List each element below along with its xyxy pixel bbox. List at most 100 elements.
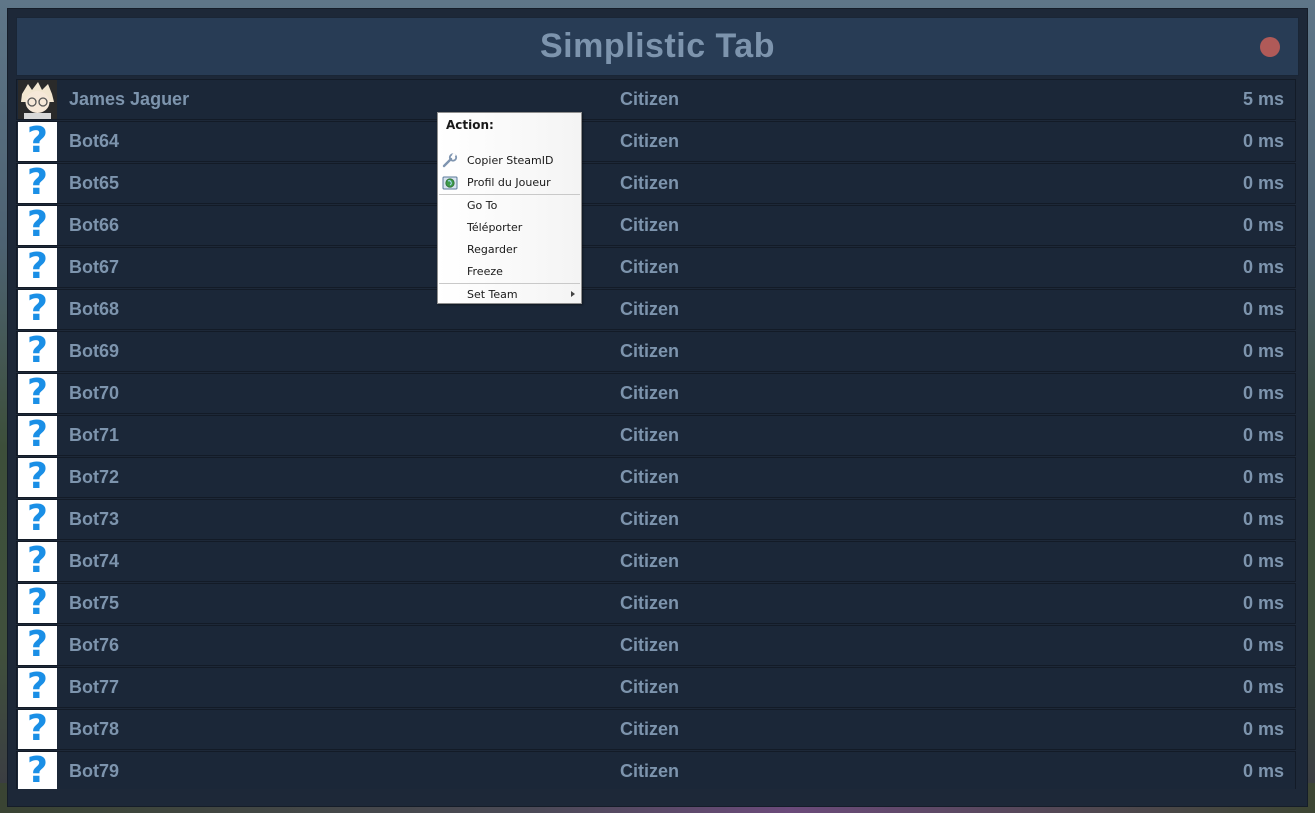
player-ping: 0 ms: [1242, 425, 1284, 445]
player-name: Bot72: [69, 467, 120, 487]
menu-item-freeze[interactable]: Freeze: [439, 261, 580, 282]
player-team: Citizen: [620, 425, 680, 445]
player-row[interactable]: ? Bot75 Citizen 0 ms: [16, 583, 1296, 624]
player-team: Citizen: [620, 173, 680, 193]
player-name: Bot74: [69, 551, 120, 571]
player-row[interactable]: ? Bot69 Citizen 0 ms: [16, 331, 1296, 372]
player-name: Bot64: [69, 131, 120, 151]
menu-item-teleport[interactable]: Téléporter: [439, 217, 580, 238]
question-icon: ?: [27, 500, 48, 539]
player-ping: 0 ms: [1242, 341, 1284, 361]
avatar-question-icon[interactable]: ?: [18, 206, 57, 245]
question-icon: ?: [27, 626, 48, 665]
menu-item-label: Profil du Joueur: [467, 176, 551, 189]
player-team: Citizen: [620, 131, 680, 151]
player-name: Bot65: [69, 173, 120, 193]
question-icon: ?: [27, 542, 48, 581]
context-menu-header: Action:: [446, 118, 494, 132]
player-ping: 0 ms: [1242, 383, 1284, 403]
player-ping: 0 ms: [1242, 299, 1284, 319]
menu-item-player-profile[interactable]: Profil du Joueur: [439, 172, 580, 193]
player-name: Bot73: [69, 509, 120, 529]
player-ping: 0 ms: [1242, 509, 1284, 529]
menu-item-go-to[interactable]: Go To: [439, 195, 580, 216]
avatar-question-icon[interactable]: ?: [18, 584, 57, 623]
player-row[interactable]: ? Bot67 Citizen 0 ms: [16, 247, 1296, 288]
avatar-question-icon[interactable]: ?: [18, 500, 57, 539]
avatar-question-icon[interactable]: ?: [18, 542, 57, 581]
avatar-question-icon[interactable]: ?: [18, 710, 57, 749]
player-row[interactable]: ? Bot74 Citizen 0 ms: [16, 541, 1296, 582]
player-row[interactable]: ? Bot64 Citizen 0 ms: [16, 121, 1296, 162]
avatar-question-icon[interactable]: ?: [18, 626, 57, 665]
question-icon: ?: [27, 374, 48, 413]
question-icon: ?: [27, 248, 48, 287]
player-ping: 0 ms: [1242, 719, 1284, 739]
avatar-question-icon[interactable]: ?: [18, 668, 57, 707]
avatar-question-icon[interactable]: ?: [18, 374, 57, 413]
question-icon: ?: [27, 710, 48, 749]
player-team: Citizen: [620, 509, 680, 529]
player-ping: 0 ms: [1242, 761, 1284, 781]
context-menu: Action: Copier SteamID Profil du Joueur …: [437, 112, 582, 304]
avatar[interactable]: [18, 80, 57, 119]
question-icon: ?: [27, 122, 48, 161]
player-row[interactable]: ? Bot71 Citizen 0 ms: [16, 415, 1296, 456]
question-icon: ?: [27, 290, 48, 329]
player-name: James Jaguer: [69, 89, 190, 109]
player-team: Citizen: [620, 719, 680, 739]
player-name: Bot67: [69, 257, 120, 277]
avatar-question-icon[interactable]: ?: [18, 752, 57, 789]
player-row[interactable]: James Jaguer Citizen 5 ms: [16, 79, 1296, 120]
player-row[interactable]: ? Bot76 Citizen 0 ms: [16, 625, 1296, 666]
player-row[interactable]: ? Bot72 Citizen 0 ms: [16, 457, 1296, 498]
avatar-question-icon[interactable]: ?: [18, 332, 57, 371]
player-row[interactable]: ? Bot70 Citizen 0 ms: [16, 373, 1296, 414]
player-name: Bot68: [69, 299, 120, 319]
player-team: Citizen: [620, 467, 680, 487]
menu-item-set-team[interactable]: Set Team: [439, 284, 580, 305]
player-ping: 0 ms: [1242, 677, 1284, 697]
player-team: Citizen: [620, 635, 680, 655]
player-ping: 0 ms: [1242, 467, 1284, 487]
menu-item-label: Set Team: [467, 288, 518, 301]
question-icon: ?: [27, 164, 48, 203]
menu-item-label: Freeze: [467, 265, 503, 278]
player-ping: 0 ms: [1242, 173, 1284, 193]
avatar-question-icon[interactable]: ?: [18, 248, 57, 287]
player-name: Bot79: [69, 761, 120, 781]
avatar-question-icon[interactable]: ?: [18, 416, 57, 455]
player-team: Citizen: [620, 341, 680, 361]
submenu-arrow-icon: [571, 291, 575, 297]
player-ping: 0 ms: [1242, 215, 1284, 235]
player-row[interactable]: ? Bot77 Citizen 0 ms: [16, 667, 1296, 708]
player-team: Citizen: [620, 593, 680, 613]
menu-item-spectate[interactable]: Regarder: [439, 239, 580, 260]
player-row[interactable]: ? Bot78 Citizen 0 ms: [16, 709, 1296, 750]
menu-item-copy-steamid[interactable]: Copier SteamID: [439, 150, 580, 171]
player-name: Bot78: [69, 719, 120, 739]
player-row[interactable]: ? Bot68 Citizen 0 ms: [16, 289, 1296, 330]
avatar-question-icon[interactable]: ?: [18, 458, 57, 497]
avatar-question-icon[interactable]: ?: [18, 164, 57, 203]
player-team: Citizen: [620, 761, 680, 781]
player-team: Citizen: [620, 215, 680, 235]
player-name: Bot71: [69, 425, 120, 445]
player-ping: 5 ms: [1242, 89, 1284, 109]
player-row[interactable]: ? Bot66 Citizen 0 ms: [16, 205, 1296, 246]
menu-item-label: Regarder: [467, 243, 518, 256]
player-ping: 0 ms: [1242, 257, 1284, 277]
menu-item-label: Go To: [467, 199, 498, 212]
player-row[interactable]: ? Bot65 Citizen 0 ms: [16, 163, 1296, 204]
avatar-question-icon[interactable]: ?: [18, 122, 57, 161]
player-row[interactable]: ? Bot73 Citizen 0 ms: [16, 499, 1296, 540]
player-ping: 0 ms: [1242, 131, 1284, 151]
anime-avatar-icon: [18, 80, 57, 119]
status-dot[interactable]: [1260, 37, 1280, 57]
player-row[interactable]: ? Bot79 Citizen 0 ms: [16, 751, 1296, 789]
player-name: Bot66: [69, 215, 120, 235]
player-ping: 0 ms: [1242, 551, 1284, 571]
avatar-question-icon[interactable]: ?: [18, 290, 57, 329]
question-icon: ?: [27, 752, 48, 789]
globe-icon: [442, 176, 458, 190]
